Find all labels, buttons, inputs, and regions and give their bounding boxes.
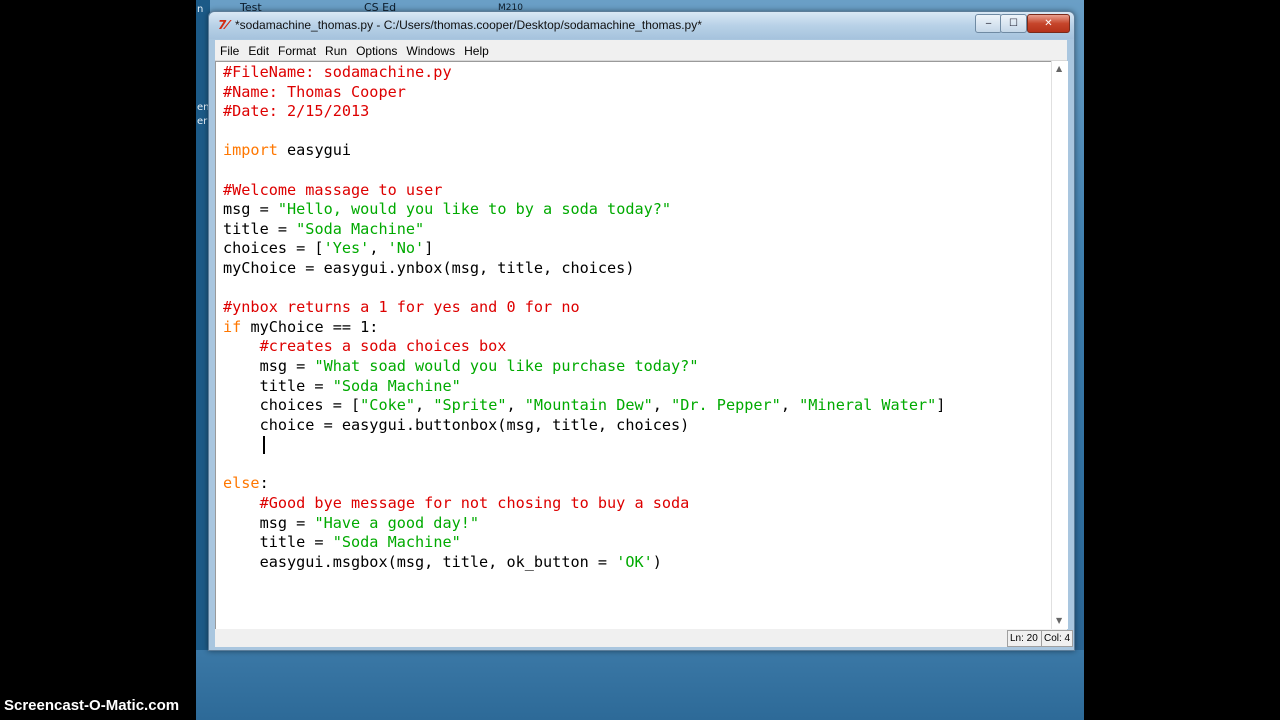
code-line[interactable]: #Date: 2/15/2013 <box>223 102 945 122</box>
scroll-up-icon[interactable]: ▲ <box>1056 64 1062 73</box>
code-line[interactable]: choice = easygui.buttonbox(msg, title, c… <box>223 416 945 436</box>
code-line[interactable] <box>223 435 945 455</box>
code-line[interactable]: if myChoice == 1: <box>223 318 945 338</box>
code-line[interactable] <box>223 455 945 475</box>
menu-run[interactable]: Run <box>320 41 351 61</box>
vertical-scrollbar[interactable]: ▲ ▼ <box>1051 61 1068 629</box>
desktop-edge-text: n <box>197 4 204 15</box>
line-number-indicator: Ln: 20 <box>1007 630 1043 647</box>
scroll-down-icon[interactable]: ▼ <box>1056 616 1062 625</box>
menu-help[interactable]: Help <box>459 41 493 61</box>
code-line[interactable]: #creates a soda choices box <box>223 337 945 357</box>
code-line[interactable]: choices = ["Coke", "Sprite", "Mountain D… <box>223 396 946 416</box>
code-text[interactable]: #FileName: sodamachine.py #Name: Thomas C… <box>223 63 945 572</box>
code-line[interactable]: #Name: Thomas Cooper <box>223 83 945 103</box>
status-bar: Ln: 20 Col: 4 <box>215 629 1073 647</box>
code-line[interactable]: msg = "What soad would you like purchase… <box>223 357 945 377</box>
code-line[interactable]: #Good bye message for not chosing to buy… <box>223 494 945 514</box>
desktop-bottom <box>196 650 1084 720</box>
code-line[interactable]: #FileName: sodamachine.py <box>223 63 945 83</box>
code-line[interactable] <box>223 161 945 181</box>
code-line[interactable] <box>223 279 945 299</box>
screencast-watermark: Screencast-O-Matic.com <box>4 697 180 714</box>
code-line[interactable]: else: <box>223 474 945 494</box>
code-editor[interactable]: #FileName: sodamachine.py #Name: Thomas C… <box>215 61 1052 630</box>
desktop-edge-text: er <box>197 116 208 127</box>
code-line[interactable]: easygui.msgbox(msg, title, ok_button = '… <box>223 553 945 573</box>
code-line[interactable]: #Welcome massage to user <box>223 181 945 201</box>
python-idle-icon: 7⁄ <box>218 18 229 32</box>
menu-edit[interactable]: Edit <box>243 41 273 61</box>
code-line[interactable]: #ynbox returns a 1 for yes and 0 for no <box>223 298 945 318</box>
code-line[interactable]: msg = "Hello, would you like to by a sod… <box>223 200 945 220</box>
column-number-indicator: Col: 4 <box>1041 630 1073 647</box>
minimize-button[interactable]: ‒ <box>975 14 1002 33</box>
menu-format[interactable]: Format <box>273 41 320 61</box>
code-line[interactable]: title = "Soda Machine" <box>223 533 945 553</box>
code-line[interactable]: myChoice = easygui.ynbox(msg, title, cho… <box>223 259 945 279</box>
menu-bar: File Edit Format Run Options Windows Help <box>215 40 1067 61</box>
text-cursor <box>263 436 265 454</box>
title-bar[interactable]: 7⁄ *sodamachine_thomas.py - C:/Users/tho… <box>209 12 1074 39</box>
menu-windows[interactable]: Windows <box>401 41 459 61</box>
idle-editor-window: 7⁄ *sodamachine_thomas.py - C:/Users/tho… <box>208 11 1075 651</box>
code-line[interactable]: import easygui <box>223 141 945 161</box>
code-line[interactable]: title = "Soda Machine" <box>223 220 945 240</box>
code-line[interactable] <box>223 122 945 142</box>
menu-options[interactable]: Options <box>351 41 401 61</box>
code-line[interactable]: choices = ['Yes', 'No'] <box>223 239 945 259</box>
maximize-button[interactable]: ☐ <box>1000 14 1027 33</box>
code-line[interactable]: msg = "Have a good day!" <box>223 514 945 534</box>
window-title: *sodamachine_thomas.py - C:/Users/thomas… <box>235 18 702 32</box>
close-button[interactable]: ✕ <box>1027 14 1070 33</box>
menu-file[interactable]: File <box>215 41 243 61</box>
code-line[interactable]: title = "Soda Machine" <box>223 377 945 397</box>
